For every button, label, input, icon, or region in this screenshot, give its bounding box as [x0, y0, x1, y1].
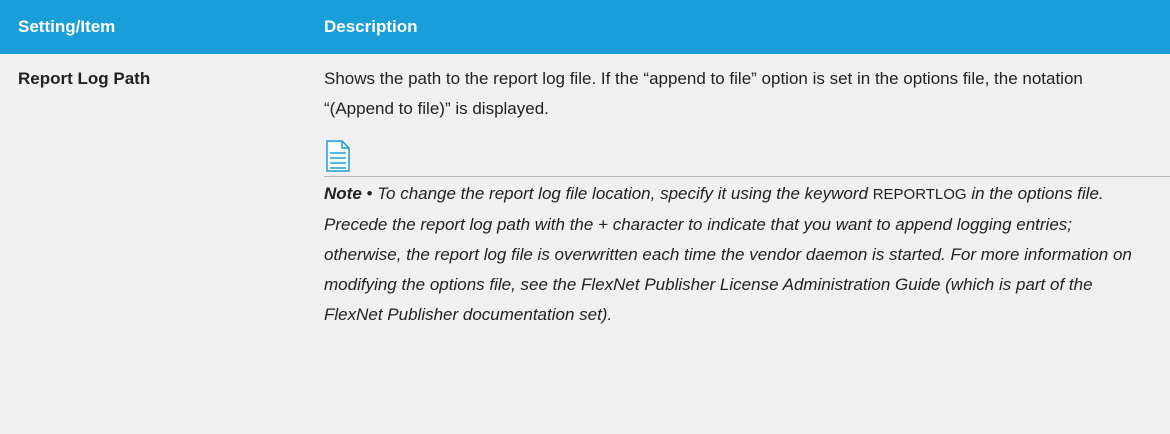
note-paragraph: Note • To change the report log file loc…	[324, 177, 1170, 330]
table-header-row: Setting/Item Description	[0, 0, 1170, 54]
note-text-before: To change the report log file location, …	[377, 184, 873, 203]
note-keyword: REPORTLOG	[872, 186, 967, 203]
note-text-after: in the options file. Precede the report …	[324, 184, 1132, 324]
header-description: Description	[306, 0, 1170, 54]
note-separator: •	[361, 184, 378, 203]
settings-table: Setting/Item Description Report Log Path…	[0, 0, 1170, 434]
note-label: Note	[324, 184, 362, 203]
note-document-icon	[326, 140, 350, 172]
setting-cell: Report Log Path	[0, 54, 306, 434]
description-text: Shows the path to the report log file. I…	[324, 69, 1083, 118]
description-cell: Shows the path to the report log file. I…	[306, 54, 1170, 434]
header-setting-item: Setting/Item	[0, 0, 306, 54]
table-row: Report Log Path Shows the path to the re…	[0, 54, 1170, 434]
